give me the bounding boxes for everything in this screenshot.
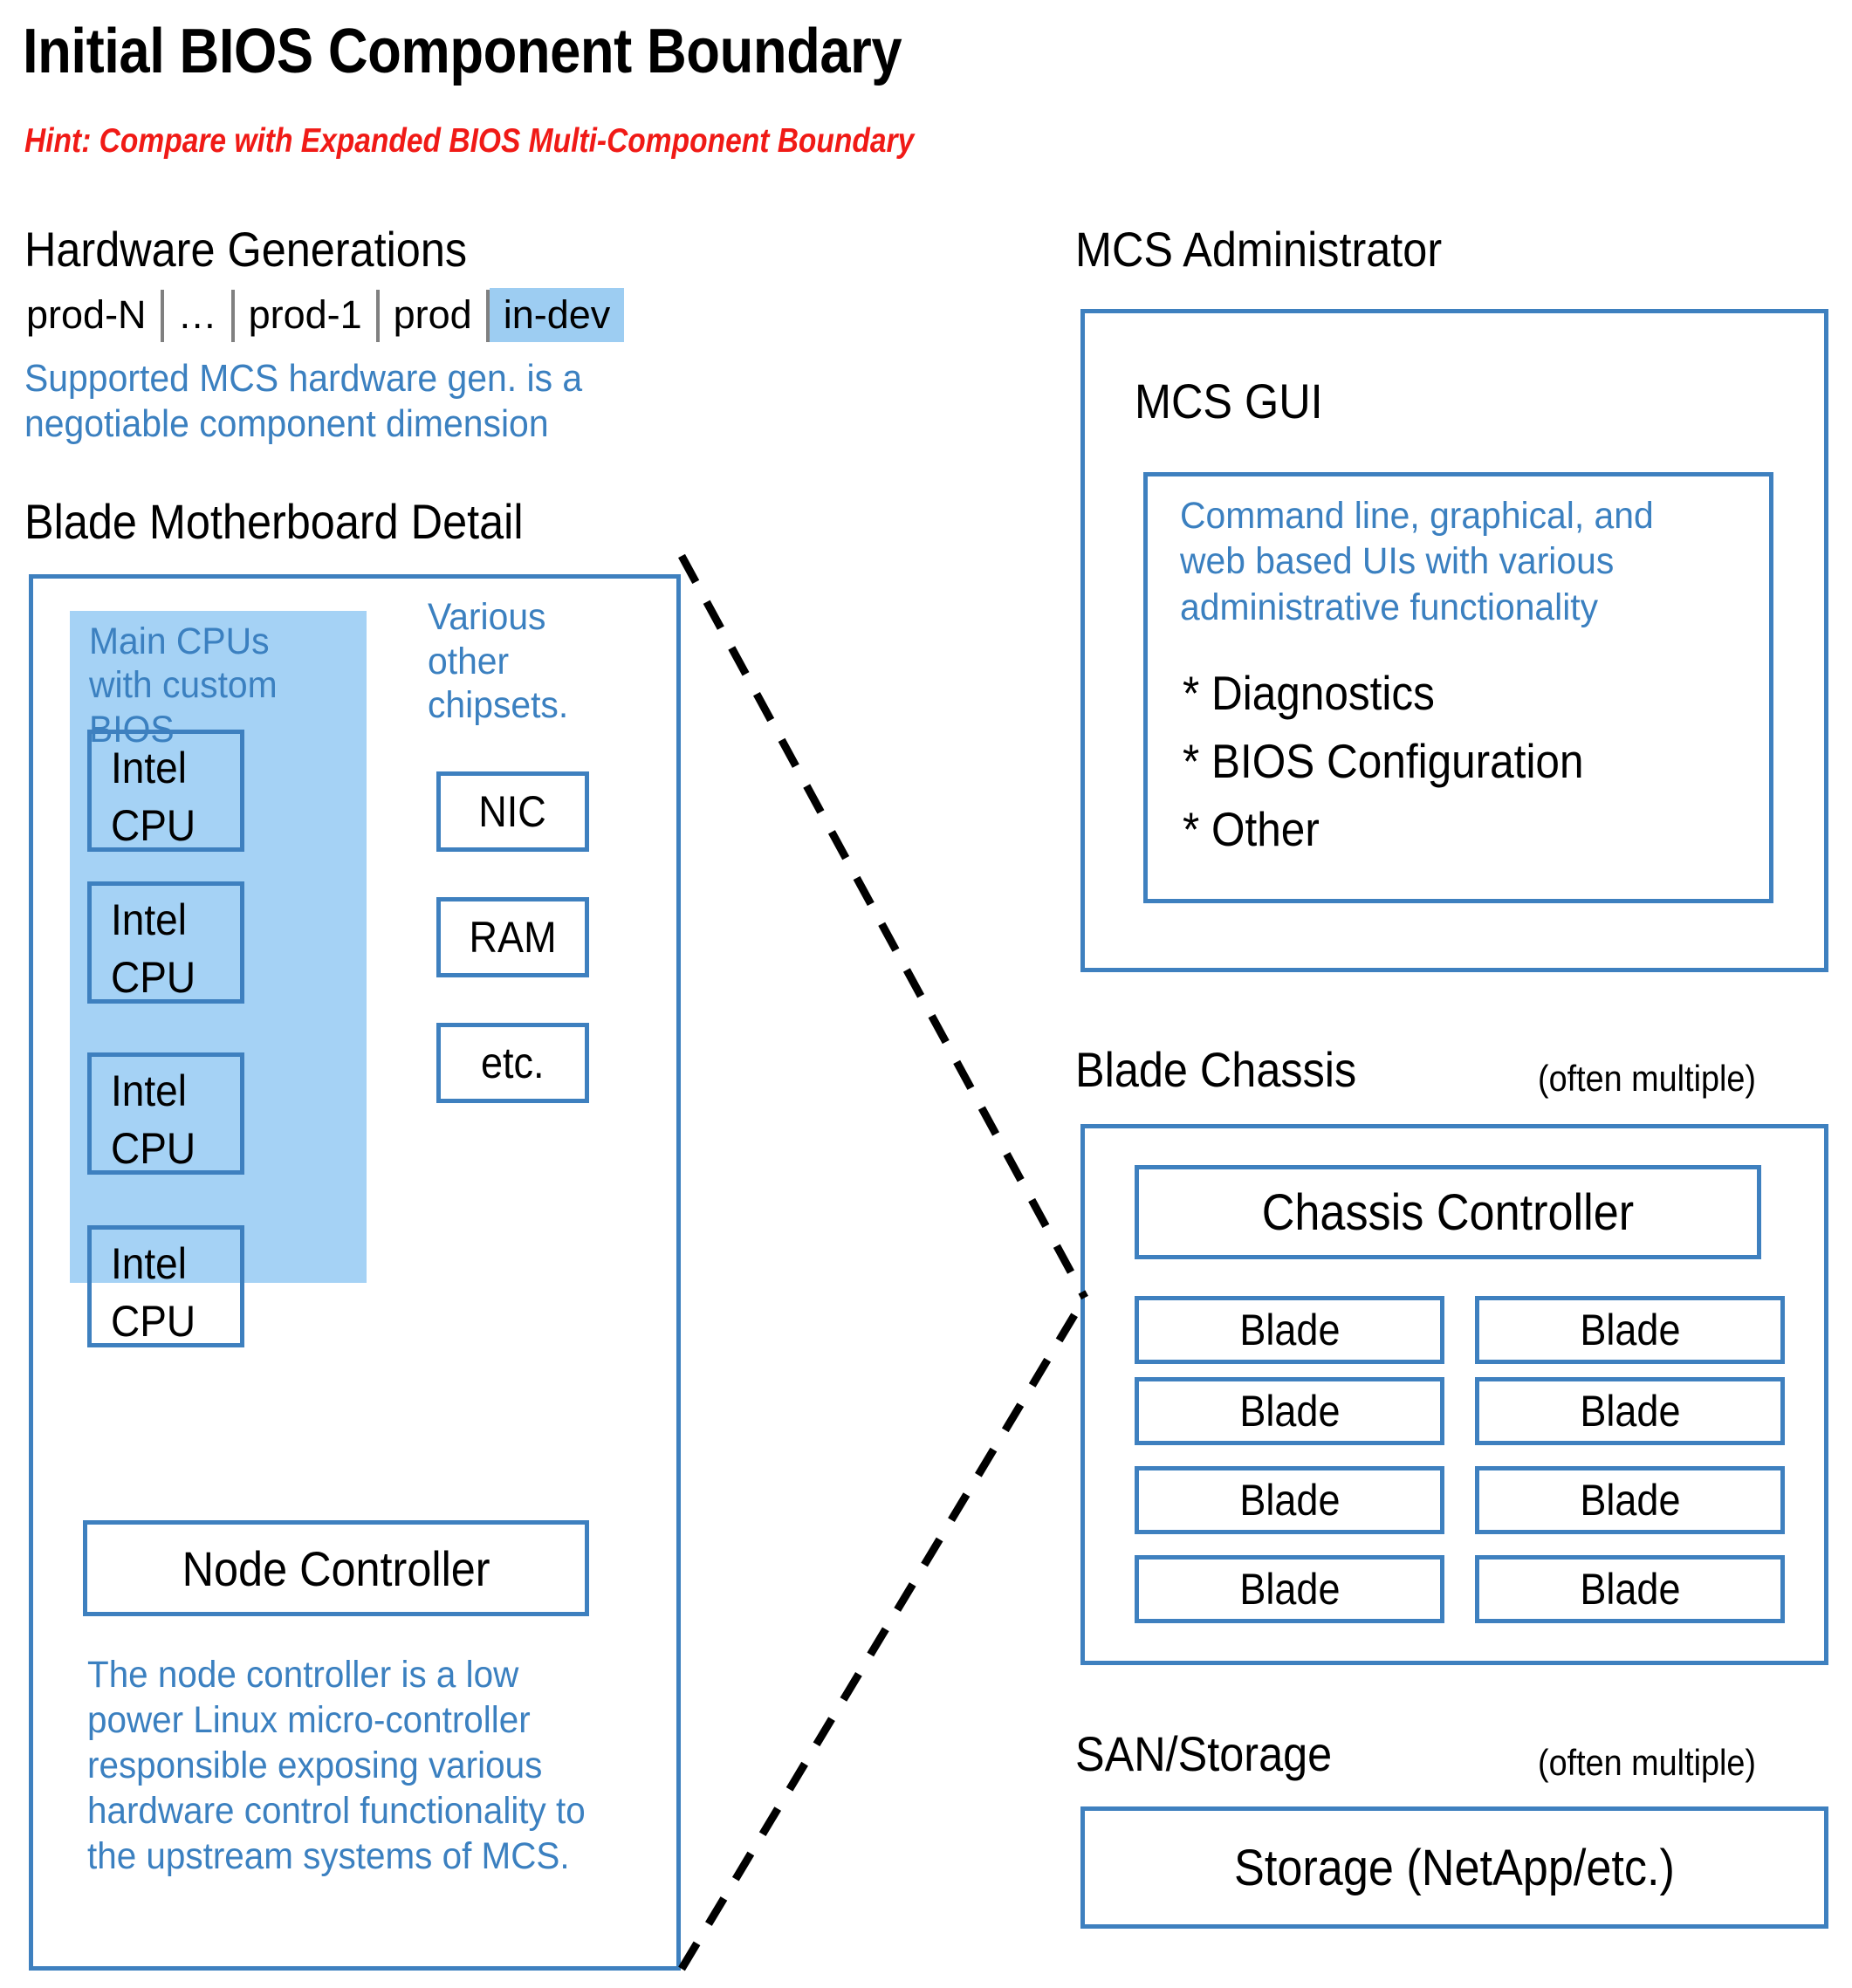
generation-item-prod-1[interactable]: prod-1 [235, 288, 376, 342]
blade-motherboard-heading: Blade Motherboard Detail [24, 494, 524, 549]
callout-line-top [678, 553, 1088, 1300]
blade-label: Blade [1238, 1306, 1341, 1354]
blade-box[interactable]: Blade [1135, 1466, 1444, 1534]
intel-cpu-box[interactable]: Intel CPU [87, 730, 244, 852]
chipsets-label: Various other chipsets. [428, 596, 569, 727]
chipset-label: NIC [478, 787, 547, 836]
hardware-generations-row: prod-N … prod-1 prod in-dev [23, 288, 625, 342]
mcs-gui-bullet-list: * Diagnostics * BIOS Configuration * Oth… [1183, 659, 1629, 863]
generation-item-ellipsis[interactable]: … [164, 288, 231, 342]
cpu-kind: CPU [111, 801, 196, 850]
intel-cpu-box[interactable]: Intel CPU [87, 1225, 244, 1347]
san-storage-qualifier: (often multiple) [1538, 1742, 1757, 1783]
chipset-label: RAM [469, 913, 557, 962]
diagram-canvas: Initial BIOS Component Boundary Hint: Co… [0, 0, 1852, 1988]
hardware-generations-heading: Hardware Generations [24, 222, 468, 277]
blade-box[interactable]: Blade [1475, 1555, 1785, 1623]
node-controller-label: Node Controller [182, 1540, 490, 1596]
chipset-box-nic[interactable]: NIC [436, 771, 589, 852]
blade-label: Blade [1238, 1387, 1341, 1436]
blade-label: Blade [1579, 1306, 1681, 1354]
node-controller-box[interactable]: Node Controller [83, 1520, 589, 1616]
cpu-brand: Intel [111, 895, 187, 944]
blade-box[interactable]: Blade [1135, 1296, 1444, 1364]
chipset-label: etc. [481, 1039, 545, 1087]
page-title: Initial BIOS Component Boundary [23, 17, 902, 86]
hardware-generations-note: Supported MCS hardware gen. is a negotia… [24, 357, 583, 445]
blade-chassis-heading: Blade Chassis [1075, 1042, 1357, 1097]
blade-box[interactable]: Blade [1475, 1466, 1785, 1534]
chipset-box-etc[interactable]: etc. [436, 1023, 589, 1103]
bullet-other: * Other [1183, 802, 1320, 856]
mcs-gui-heading: MCS GUI [1135, 374, 1323, 428]
mcs-administrator-heading: MCS Administrator [1075, 222, 1443, 277]
blade-chassis-qualifier: (often multiple) [1538, 1058, 1757, 1099]
chassis-controller-label: Chassis Controller [1261, 1183, 1635, 1241]
blade-label: Blade [1579, 1565, 1681, 1614]
cpu-brand: Intel [111, 744, 187, 792]
node-controller-note: The node controller is a low power Linux… [87, 1654, 586, 1878]
generation-item-prod[interactable]: prod [380, 288, 486, 342]
cpu-kind: CPU [111, 953, 196, 1002]
storage-box[interactable]: Storage (NetApp/etc.) [1080, 1806, 1828, 1929]
cpu-brand: Intel [111, 1239, 187, 1288]
blade-label: Blade [1579, 1387, 1681, 1436]
blade-label: Blade [1238, 1565, 1341, 1614]
blade-label: Blade [1238, 1476, 1341, 1525]
generation-item-in-dev[interactable]: in-dev [489, 288, 625, 342]
mcs-gui-note: Command line, graphical, and web based U… [1180, 495, 1654, 628]
blade-box[interactable]: Blade [1475, 1377, 1785, 1445]
cpu-brand: Intel [111, 1066, 187, 1115]
bullet-bios-configuration: * BIOS Configuration [1183, 734, 1584, 788]
storage-label: Storage (NetApp/etc.) [1234, 1839, 1675, 1896]
bullet-diagnostics: * Diagnostics [1183, 666, 1435, 720]
intel-cpu-box[interactable]: Intel CPU [87, 1052, 244, 1175]
chassis-controller-box[interactable]: Chassis Controller [1135, 1165, 1761, 1259]
callout-line-bottom [678, 1295, 1088, 1971]
blade-label: Blade [1579, 1476, 1681, 1525]
blade-box[interactable]: Blade [1135, 1555, 1444, 1623]
cpu-kind: CPU [111, 1124, 196, 1173]
chipset-box-ram[interactable]: RAM [436, 897, 589, 977]
blade-box[interactable]: Blade [1475, 1296, 1785, 1364]
hint-subtitle: Hint: Compare with Expanded BIOS Multi-C… [24, 122, 915, 160]
generation-item-prod-n[interactable]: prod-N [23, 288, 161, 342]
san-storage-heading: SAN/Storage [1075, 1726, 1333, 1781]
blade-box[interactable]: Blade [1135, 1377, 1444, 1445]
cpu-kind: CPU [111, 1297, 196, 1346]
intel-cpu-box[interactable]: Intel CPU [87, 881, 244, 1004]
